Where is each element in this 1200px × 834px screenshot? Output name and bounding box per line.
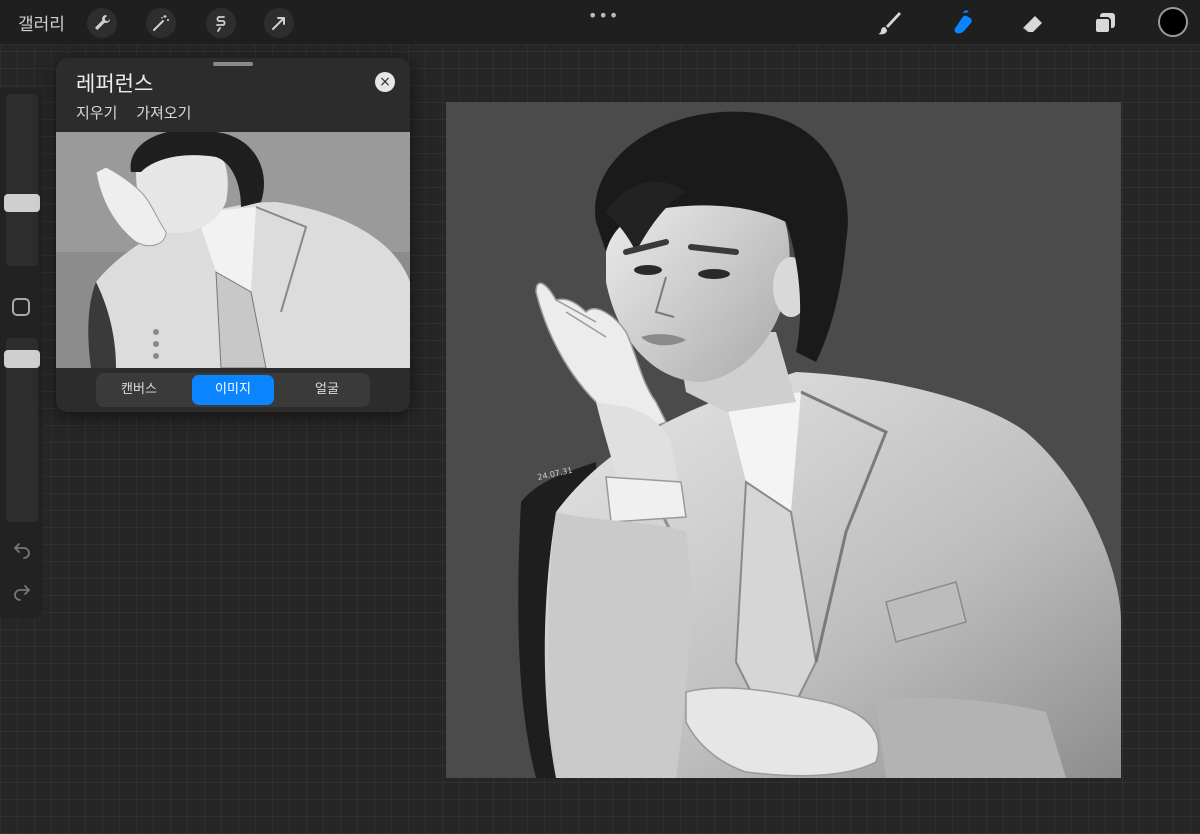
- opacity-thumb[interactable]: [4, 350, 40, 368]
- redo-icon[interactable]: [10, 578, 34, 602]
- tab-image[interactable]: 이미지: [192, 375, 274, 405]
- tab-face[interactable]: 얼굴: [286, 375, 368, 405]
- reference-panel: 레퍼런스 지우기 가져오기 × 캔버스 이미지 얼굴: [56, 58, 410, 412]
- import-reference-button[interactable]: 가져오기: [136, 104, 191, 122]
- left-sidebar: [0, 88, 43, 618]
- reference-actions: 지우기 가져오기: [76, 102, 205, 123]
- undo-icon[interactable]: [10, 536, 34, 560]
- brush-size-slider[interactable]: [6, 94, 38, 266]
- smudge-icon[interactable]: [944, 6, 978, 40]
- reference-photo: [56, 129, 410, 369]
- panel-grabber[interactable]: [213, 62, 253, 66]
- clear-reference-button[interactable]: 지우기: [76, 104, 117, 122]
- layers-icon[interactable]: [1088, 6, 1122, 40]
- modify-button[interactable]: [12, 298, 30, 316]
- top-toolbar: 갤러리 •••: [0, 0, 1200, 45]
- more-options-button[interactable]: •••: [588, 6, 619, 25]
- close-icon[interactable]: ×: [375, 72, 395, 92]
- reference-title: 레퍼런스: [76, 72, 154, 96]
- color-picker-button[interactable]: [1158, 7, 1188, 37]
- eraser-icon[interactable]: [1016, 6, 1050, 40]
- tab-canvas[interactable]: 캔버스: [98, 375, 180, 405]
- drawing-canvas[interactable]: 24.07.31: [446, 102, 1121, 778]
- brush-icon[interactable]: [872, 6, 906, 40]
- portrait-artwork: 24.07.31: [518, 111, 1121, 778]
- brush-size-thumb[interactable]: [4, 194, 40, 212]
- gallery-button[interactable]: 갤러리: [18, 10, 65, 35]
- reference-mode-selector: 캔버스 이미지 얼굴: [96, 373, 370, 407]
- wrench-icon[interactable]: [87, 8, 117, 38]
- selection-icon[interactable]: [206, 8, 236, 38]
- magic-wand-icon[interactable]: [146, 8, 176, 38]
- transform-arrow-icon[interactable]: [264, 8, 294, 38]
